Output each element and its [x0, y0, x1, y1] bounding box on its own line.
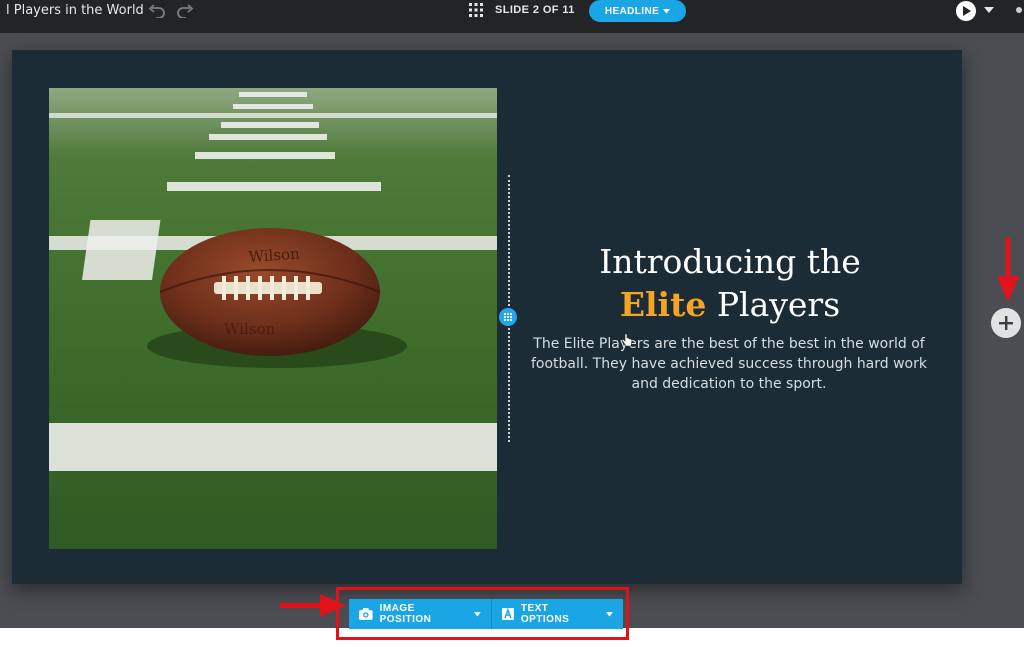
headline-dropdown-button[interactable]: HEADLINE: [589, 0, 686, 22]
svg-text:Wilson: Wilson: [224, 320, 275, 338]
heading-line-2-rest: Players: [706, 285, 841, 324]
headline-label: HEADLINE: [604, 5, 660, 17]
slide-counter[interactable]: SLIDE 2 OF 11: [495, 4, 575, 16]
play-icon: [962, 6, 971, 16]
image-position-button[interactable]: IMAGE POSITION: [349, 599, 492, 629]
chevron-down-icon[interactable]: [984, 6, 994, 14]
plus-icon: [999, 316, 1013, 330]
text-format-icon: [502, 608, 514, 620]
text-options-label: TEXT OPTIONS: [520, 603, 570, 625]
heading-line-2: Elite Players: [540, 283, 920, 326]
redo-icon[interactable]: [174, 4, 196, 19]
drag-handle-icon[interactable]: [499, 308, 517, 326]
slide-image[interactable]: Wilson Wilson: [49, 88, 497, 549]
top-toolbar: l Players in the World SLIDE 2 OF 11 HEA…: [0, 0, 1024, 33]
play-button[interactable]: [956, 1, 976, 21]
camera-icon: [359, 608, 373, 620]
chevron-down-icon: [606, 611, 614, 616]
text-options-button[interactable]: TEXT OPTIONS: [492, 599, 623, 629]
heading-line-1: Introducing the: [599, 242, 861, 281]
chevron-down-icon: [663, 8, 671, 13]
slide-heading[interactable]: Introducing the Elite Players: [540, 240, 920, 326]
heading-accent-word: Elite: [619, 285, 707, 324]
grid-icon[interactable]: [469, 3, 483, 17]
svg-text:Wilson: Wilson: [248, 244, 301, 266]
undo-icon[interactable]: [146, 4, 168, 19]
slide-options-toolbar: IMAGE POSITION TEXT OPTIONS: [349, 599, 623, 629]
more-icon[interactable]: [1016, 7, 1022, 13]
slide-body-text[interactable]: The Elite Players are the best of the be…: [528, 334, 930, 394]
deck-title[interactable]: l Players in the World: [6, 3, 144, 18]
add-slide-button[interactable]: [991, 308, 1021, 338]
image-position-label: IMAGE POSITION: [379, 603, 432, 625]
chevron-down-icon: [474, 611, 481, 616]
